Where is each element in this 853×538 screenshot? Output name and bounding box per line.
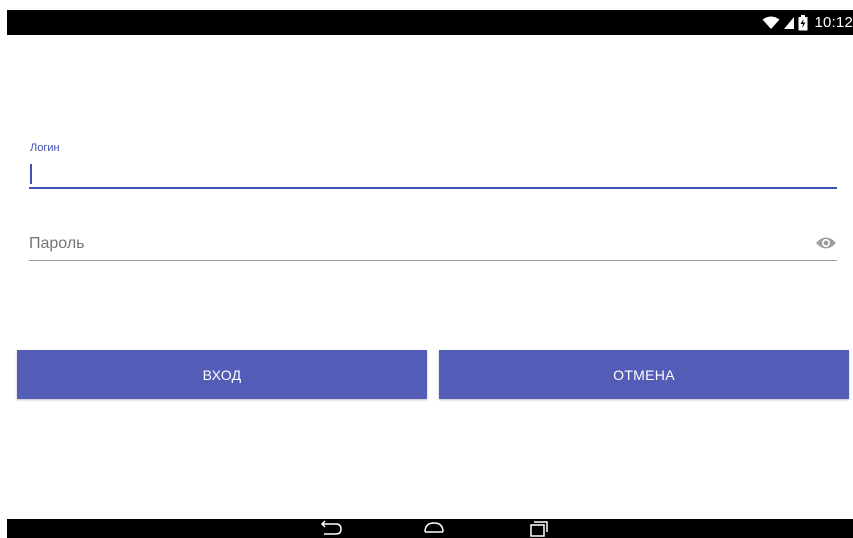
status-icons: 10:12 bbox=[762, 10, 853, 35]
top-margin bbox=[0, 0, 853, 10]
password-input[interactable] bbox=[29, 230, 789, 258]
password-field[interactable] bbox=[29, 230, 837, 261]
recents-icon[interactable] bbox=[523, 519, 553, 538]
login-screen: 10:12 Логин ВХОД ОТМЕНА bbox=[0, 0, 853, 538]
password-underline bbox=[29, 260, 837, 261]
login-input[interactable] bbox=[29, 160, 839, 186]
status-time: 10:12 bbox=[814, 14, 853, 31]
login-field-label: Логин bbox=[30, 142, 60, 154]
login-underline bbox=[29, 187, 837, 189]
navigation-bar bbox=[7, 519, 853, 538]
eye-icon[interactable] bbox=[815, 235, 837, 251]
wifi-icon bbox=[762, 16, 780, 29]
cancel-button[interactable]: ОТМЕНА bbox=[439, 350, 849, 399]
login-field[interactable] bbox=[29, 160, 839, 189]
login-button[interactable]: ВХОД bbox=[17, 350, 427, 399]
text-cursor bbox=[30, 164, 32, 184]
cell-signal-icon bbox=[784, 16, 795, 29]
home-icon[interactable] bbox=[419, 519, 449, 538]
battery-charging-icon bbox=[798, 14, 808, 30]
status-bar: 10:12 bbox=[7, 10, 853, 35]
back-icon[interactable] bbox=[317, 519, 347, 538]
